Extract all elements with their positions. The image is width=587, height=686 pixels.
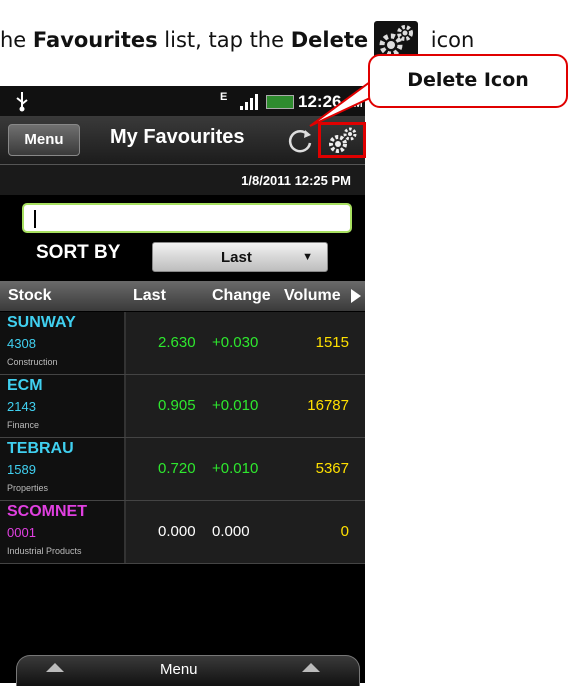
expand-up-icon[interactable] (302, 663, 320, 672)
usb-icon (16, 92, 28, 112)
instruction-middle: list, tap the (157, 28, 291, 52)
network-type-label: E (220, 91, 227, 103)
volume: 16787 (307, 397, 349, 414)
volume: 5367 (315, 460, 349, 477)
table-row[interactable]: TEBRAU 1589 Properties 0.720 +0.010 5367 (0, 438, 365, 501)
scroll-right-arrow-icon[interactable] (351, 289, 361, 303)
stock-name: ECM (7, 377, 43, 394)
expand-up-icon[interactable] (46, 663, 64, 672)
instruction-action: Delete (290, 28, 369, 52)
price-change: +0.030 (212, 334, 259, 351)
volume: 1515 (315, 334, 349, 351)
phone-screen: E 12:26 PM Menu My Favourites 1/8/2011 1… (0, 86, 366, 686)
last-updated-bar: 1/8/2011 12:25 PM (0, 165, 365, 195)
callout: Delete Icon (309, 54, 568, 127)
stock-name: SUNWAY (7, 314, 76, 331)
callout-label: Delete Icon (368, 54, 568, 108)
last-updated-datetime: 1/8/2011 12:25 PM (241, 173, 351, 188)
menu-button[interactable]: Menu (8, 124, 80, 156)
stock-name: TEBRAU (7, 440, 74, 457)
search-input[interactable] (22, 203, 352, 233)
stock-cell: ECM 2143 Finance (0, 375, 126, 437)
volume: 0 (340, 523, 349, 540)
dropdown-arrow-icon: ▼ (302, 251, 313, 263)
stock-code: 0001 (7, 525, 36, 540)
page-title: My Favourites (110, 126, 245, 148)
stock-code: 2143 (7, 399, 36, 414)
table-row[interactable]: ECM 2143 Finance 0.905 +0.010 16787 (0, 375, 365, 438)
instruction-prefix: he (0, 28, 33, 52)
favourites-list: SUNWAY 4308 Construction 2.630 +0.030 15… (0, 312, 365, 564)
stock-code: 1589 (7, 462, 36, 477)
stock-sector: Industrial Products (7, 546, 82, 556)
battery-icon (266, 95, 294, 109)
stock-name: SCOMNET (7, 503, 87, 520)
stock-code: 4308 (7, 336, 36, 351)
bottom-menu-label[interactable]: Menu (160, 661, 198, 678)
text-cursor (34, 210, 36, 228)
last-price: 2.630 (158, 334, 196, 351)
instruction-list-name: Favourites (32, 28, 158, 52)
stock-sector: Finance (7, 420, 40, 430)
sort-select[interactable]: Last ▼ (152, 242, 328, 272)
stock-sector: Properties (7, 483, 49, 493)
table-row[interactable]: SCOMNET 0001 Industrial Products 0.000 0… (0, 501, 365, 564)
column-header-stock[interactable]: Stock (8, 287, 52, 305)
stock-cell: TEBRAU 1589 Properties (0, 438, 126, 500)
stock-cell: SCOMNET 0001 Industrial Products (0, 501, 126, 563)
table-row[interactable]: SUNWAY 4308 Construction 2.630 +0.030 15… (0, 312, 365, 375)
price-change: 0.000 (212, 523, 250, 540)
price-change: +0.010 (212, 460, 259, 477)
last-price: 0.000 (158, 523, 196, 540)
last-price: 0.905 (158, 397, 196, 414)
sort-selected-value: Last (221, 249, 252, 266)
signal-icon: E (220, 91, 258, 110)
table-header: Stock Last Change Volume (0, 281, 365, 311)
price-change: +0.010 (212, 397, 259, 414)
stock-cell: SUNWAY 4308 Construction (0, 312, 126, 374)
stock-sector: Construction (7, 357, 58, 367)
sort-by-label: SORT BY (36, 242, 121, 263)
instruction-suffix: icon (424, 28, 475, 52)
column-header-last[interactable]: Last (133, 287, 166, 305)
column-header-volume[interactable]: Volume (284, 287, 341, 305)
bottom-menu-bar[interactable]: Menu (0, 653, 365, 686)
last-price: 0.720 (158, 460, 196, 477)
column-header-change[interactable]: Change (212, 287, 271, 305)
